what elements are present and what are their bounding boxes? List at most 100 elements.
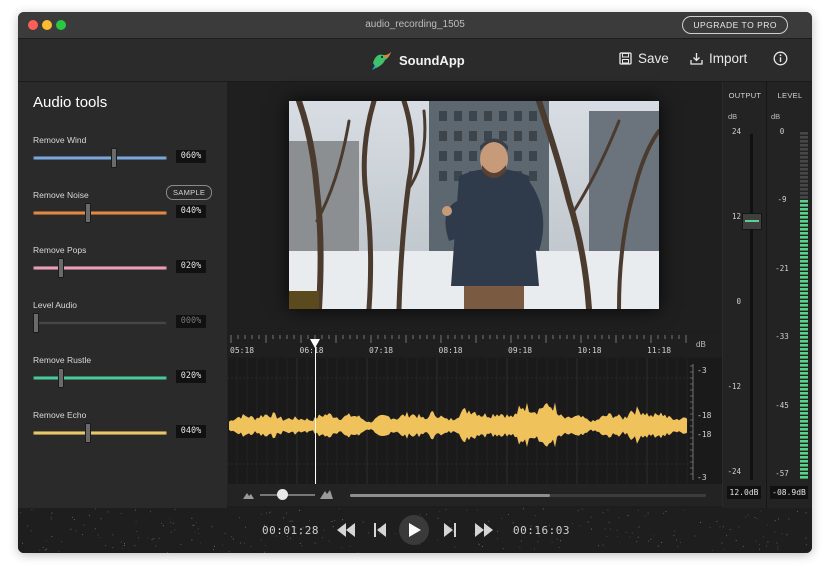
timeline-tick-label: 08:18 <box>438 346 463 355</box>
save-button[interactable]: Save <box>619 51 669 66</box>
level-value: -08.9dB <box>770 486 808 499</box>
save-icon <box>619 52 632 65</box>
output-title: OUTPUT <box>728 91 762 100</box>
tool-label: Level Audio <box>33 300 77 310</box>
level-db-tick: -45 <box>775 401 789 410</box>
timeline-scrollbar[interactable] <box>350 494 706 497</box>
output-db-tick: 24 <box>731 127 741 136</box>
output-gain-track[interactable] <box>750 134 753 480</box>
tool-slider-track[interactable] <box>33 321 167 325</box>
next-icon[interactable] <box>444 523 456 537</box>
tool-slider-track[interactable] <box>33 211 167 215</box>
zoom-slider-thumb[interactable] <box>277 489 288 500</box>
import-button[interactable]: Import <box>690 51 747 66</box>
play-icon <box>409 523 421 537</box>
current-time: 00:01:28 <box>262 524 319 537</box>
zoom-bar <box>227 484 722 506</box>
video-preview[interactable] <box>289 101 659 309</box>
output-gain-fader[interactable] <box>742 213 762 230</box>
level-title: LEVEL <box>777 91 803 100</box>
total-time: 00:16:03 <box>513 524 570 537</box>
output-db-tick: -12 <box>727 382 741 391</box>
fast-forward-icon[interactable] <box>475 523 493 537</box>
output-value: 12.0dB <box>727 486 761 499</box>
output-db-tick: 12 <box>731 212 741 221</box>
tool-label: Remove Pops <box>33 245 87 255</box>
tool-remove-rustle: Remove Rustle 020% <box>33 355 213 405</box>
timeline-tick-label: 05:18 <box>230 346 255 355</box>
meter-divider <box>766 82 767 508</box>
import-icon <box>690 53 703 65</box>
playhead[interactable] <box>310 339 320 484</box>
level-db-label: dB <box>771 112 781 121</box>
panel-title: Audio tools <box>33 94 108 111</box>
timeline-tick-label: 09:18 <box>508 346 533 355</box>
info-icon <box>773 51 788 66</box>
title-bar: audio_recording_1505 UPGRADE TO PRO <box>18 12 812 39</box>
tool-slider-track[interactable] <box>33 156 167 160</box>
rewind-icon[interactable] <box>337 523 355 537</box>
tool-slider-track[interactable] <box>33 431 167 435</box>
audio-tools-panel: Audio tools Remove Wind 060% Remove Noise S… <box>18 82 226 508</box>
tool-value: 020% <box>176 370 206 383</box>
playhead-handle[interactable] <box>310 339 320 348</box>
output-db-tick: -24 <box>727 467 741 476</box>
waveform-graphic <box>226 358 694 484</box>
output-db-label: dB <box>728 112 738 121</box>
tool-value: 000% <box>176 315 206 328</box>
app-logo: SoundApp <box>370 49 465 71</box>
zoom-out-icon[interactable] <box>243 490 255 500</box>
import-label: Import <box>709 51 748 66</box>
tool-label: Remove Rustle <box>33 355 92 365</box>
timeline-tick-label: 10:18 <box>577 346 602 355</box>
tool-label: Remove Wind <box>33 135 87 145</box>
level-db-tick: -33 <box>775 332 789 341</box>
tool-label: Remove Echo <box>33 410 87 420</box>
waveform[interactable]: -3 -18 -18 -3 <box>226 358 722 484</box>
tool-value: 020% <box>176 260 206 273</box>
hummingbird-icon <box>372 52 391 70</box>
waveform-db-tick: -3 <box>697 366 707 375</box>
save-label: Save <box>638 51 669 66</box>
timeline-tick-label: 11:18 <box>647 346 672 355</box>
waveform-db-tick: -18 <box>697 411 712 420</box>
tool-value: 040% <box>176 205 206 218</box>
timeline-scrollbar-thumb[interactable] <box>350 494 550 497</box>
app-window: audio_recording_1505 UPGRADE TO PRO Soun… <box>18 12 812 553</box>
tool-value: 040% <box>176 425 206 438</box>
tool-slider-track[interactable] <box>33 376 167 380</box>
waveform-db-tick: -3 <box>697 473 707 482</box>
tool-slider-thumb[interactable] <box>111 148 117 168</box>
level-meter <box>800 132 808 479</box>
upgrade-button[interactable]: UPGRADE TO PRO <box>682 16 788 34</box>
tool-slider-track[interactable] <box>33 266 167 270</box>
tool-label: Remove Noise <box>33 190 89 200</box>
tool-remove-echo: Remove Echo 040% <box>33 410 213 460</box>
level-db-tick: -57 <box>775 469 789 478</box>
output-db-tick: 0 <box>736 297 741 306</box>
tool-remove-noise: Remove Noise SAMPLE 040% <box>33 185 213 240</box>
play-button[interactable] <box>399 515 429 545</box>
level-db-tick: 0 <box>779 127 785 136</box>
editor-area: 05:18 06:18 07:18 08:18 09:18 10:18 11:18 dB -… <box>226 82 722 508</box>
tool-slider-thumb[interactable] <box>58 368 64 388</box>
sample-button[interactable]: SAMPLE <box>166 185 213 200</box>
info-button[interactable] <box>773 51 788 66</box>
tool-slider-thumb[interactable] <box>58 258 64 278</box>
app-header: SoundApp Save Import <box>18 39 812 82</box>
tool-remove-wind: Remove Wind 060% <box>33 135 213 185</box>
db-label: dB <box>696 340 706 349</box>
level-db-tick: -9 <box>777 195 787 204</box>
video-frame-image <box>289 101 659 309</box>
zoom-in-icon[interactable] <box>320 488 334 500</box>
video-preview-area <box>227 82 722 332</box>
previous-icon[interactable] <box>374 523 386 537</box>
tool-slider-thumb[interactable] <box>33 313 39 333</box>
app-name: SoundApp <box>399 52 465 68</box>
tool-slider-thumb[interactable] <box>85 203 91 223</box>
timeline-tick-label: 07:18 <box>369 346 394 355</box>
timeline-ruler[interactable]: 05:18 06:18 07:18 08:18 09:18 10:18 11:18 dB <box>227 333 722 357</box>
waveform-db-tick: -18 <box>697 430 712 439</box>
transport-bar: 00:01:28 00:16:03 <box>18 508 812 553</box>
tool-slider-thumb[interactable] <box>85 423 91 443</box>
